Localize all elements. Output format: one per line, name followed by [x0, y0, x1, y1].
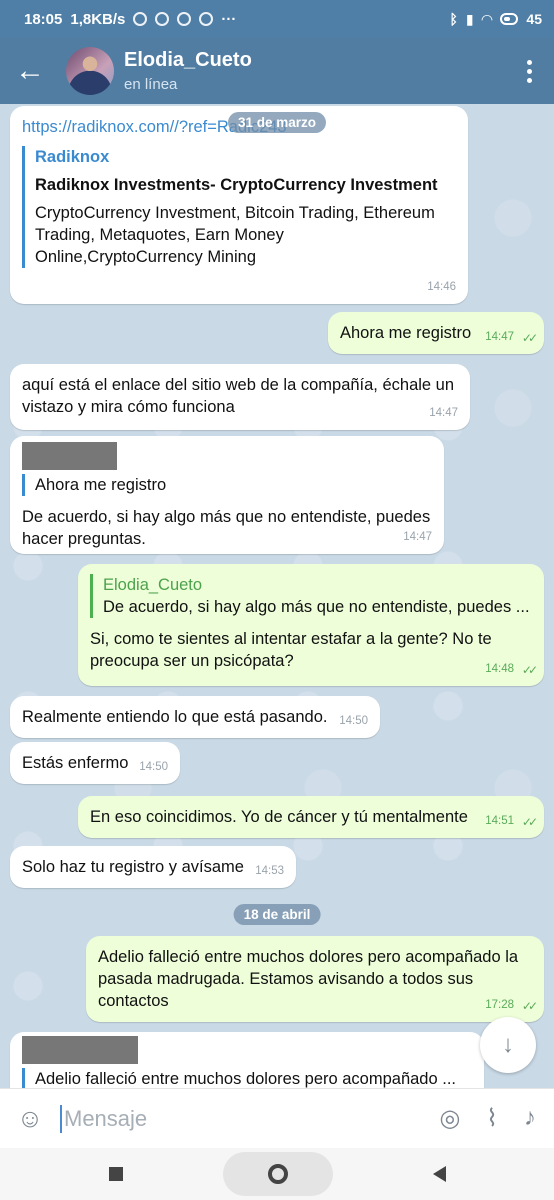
microphone-icon[interactable]: ♪: [524, 1104, 536, 1133]
nav-back-icon[interactable]: [432, 1166, 446, 1182]
preview-description: CryptoCurrency Investment, Bitcoin Tradi…: [35, 204, 435, 266]
message-text: De acuerdo, si hay algo más que no enten…: [22, 508, 431, 548]
text-cursor: [60, 1104, 62, 1133]
redacted-name: [22, 442, 117, 470]
message-text: Adelio falleció entre muchos dolores per…: [98, 948, 519, 1010]
chat-history[interactable]: https://radiknox.com//?ref=Radic243 Radi…: [0, 104, 554, 1088]
recents-icon[interactable]: [108, 1167, 123, 1181]
link-preview[interactable]: Radiknox Radiknox Investments- CryptoCur…: [22, 146, 456, 268]
message-incoming[interactable]: aquí está el enlace del sitio web de la …: [10, 364, 470, 430]
home-icon: [267, 1164, 288, 1184]
message-outgoing[interactable]: Ahora me registro 14:47 ✓✓: [328, 312, 544, 354]
message-link-preview[interactable]: https://radiknox.com//?ref=Radic243 Radi…: [10, 106, 468, 304]
message-time: 14:50: [139, 761, 168, 773]
quoted-message[interactable]: Ahora me registro: [22, 474, 432, 496]
message-text: Si, como te sientes al intentar estafar …: [90, 630, 492, 670]
avatar[interactable]: [66, 47, 114, 95]
message-reply-incoming[interactable]: Ahora me registro De acuerdo, si hay alg…: [10, 436, 444, 554]
message-text: En eso coincidimos. Yo de cáncer y tú me…: [90, 808, 468, 826]
arrow-back-icon[interactable]: ←: [0, 38, 60, 104]
facebook-icon: [177, 12, 192, 26]
quoted-text: Adelio falleció entre muchos dolores per…: [35, 1070, 456, 1088]
message-composer: ☺ Mensaje ◎ ⌇ ♪: [0, 1088, 554, 1148]
message-incoming[interactable]: Realmente entiendo lo que está pasando. …: [10, 696, 380, 738]
message-text: Realmente entiendo lo que está pasando.: [22, 708, 328, 726]
chevron-down-icon[interactable]: ↓: [480, 1017, 536, 1073]
message-time: 14:51: [485, 815, 514, 827]
battery-level: 45: [526, 11, 542, 27]
preview-site: Radiknox: [35, 148, 110, 166]
status-network-speed: 1,8KB/s: [70, 10, 126, 28]
message-time: 14:46: [427, 281, 456, 293]
message-text: Estás enfermo: [22, 754, 129, 772]
chat-header: ← Elodia_Cueto en línea: [0, 38, 554, 104]
message-text: Ahora me registro: [340, 324, 472, 342]
message-text: Solo haz tu registro y avísame: [22, 858, 244, 876]
quoted-text: De acuerdo, si hay algo más que no enten…: [103, 598, 530, 616]
message-time: 14:53: [255, 865, 284, 877]
home-button[interactable]: [222, 1152, 333, 1196]
message-reply-outgoing[interactable]: Elodia_Cueto De acuerdo, si hay algo más…: [78, 564, 544, 686]
message-text: aquí está el enlace del sitio web de la …: [22, 376, 455, 416]
message-outgoing[interactable]: Adelio falleció entre muchos dolores per…: [86, 936, 544, 1022]
system-nav-bar: [0, 1148, 554, 1200]
more-vert-icon[interactable]: [504, 59, 554, 83]
date-divider: 31 de marzo: [227, 112, 327, 133]
read-ticks-icon: ✓✓: [521, 663, 538, 677]
quoted-text: Ahora me registro: [35, 476, 167, 494]
preview-title: Radiknox Investments- CryptoCurrency Inv…: [35, 176, 438, 194]
signal-icon: ▮: [465, 10, 474, 27]
contact-info[interactable]: Elodia_Cueto en línea: [124, 49, 252, 93]
more-notifications-icon: ···: [221, 10, 237, 28]
paperclip-icon[interactable]: ⌇: [486, 1104, 498, 1133]
message-time: 14:47: [403, 531, 432, 543]
emoji-icon[interactable]: ☺: [0, 1103, 60, 1134]
status-time: 18:05: [24, 10, 63, 28]
read-ticks-icon: ✓✓: [521, 999, 538, 1013]
read-ticks-icon: ✓✓: [521, 815, 538, 829]
alarm-icon: [133, 12, 148, 26]
message-time: 14:47: [429, 407, 458, 419]
contact-status: en línea: [124, 76, 178, 93]
redacted-name: [22, 1036, 138, 1064]
message-time: 17:28: [485, 999, 514, 1011]
message-time: 14:48: [485, 663, 514, 675]
message-input[interactable]: Mensaje: [64, 1106, 147, 1132]
wifi-icon: ◠: [481, 10, 493, 27]
message-time: 14:50: [339, 715, 368, 727]
message-reply-incoming[interactable]: Adelio falleció entre muchos dolores per…: [10, 1032, 484, 1088]
status-bar: 18:05 1,8KB/s ··· ᛒ ▮ ◠ 45: [0, 0, 554, 38]
battery-icon: [500, 13, 519, 25]
quoted-message[interactable]: Elodia_Cueto De acuerdo, si hay algo más…: [90, 574, 532, 618]
message-time: 14:47: [485, 331, 514, 343]
message-incoming[interactable]: Estás enfermo 14:50: [10, 742, 180, 784]
notification-icon: [155, 12, 170, 26]
quoted-author: Elodia_Cueto: [103, 576, 203, 594]
message-incoming[interactable]: Solo haz tu registro y avísame 14:53: [10, 846, 296, 888]
bluetooth-icon: ᛒ: [449, 11, 458, 27]
date-divider: 18 de abril: [233, 904, 321, 925]
contact-name: Elodia_Cueto: [124, 49, 252, 71]
read-ticks-icon: ✓✓: [521, 331, 538, 345]
camera-icon[interactable]: ◎: [439, 1104, 460, 1133]
message-outgoing[interactable]: En eso coincidimos. Yo de cáncer y tú me…: [78, 796, 544, 838]
quoted-message[interactable]: Adelio falleció entre muchos dolores per…: [22, 1068, 472, 1088]
facebook-icon: [199, 12, 214, 26]
